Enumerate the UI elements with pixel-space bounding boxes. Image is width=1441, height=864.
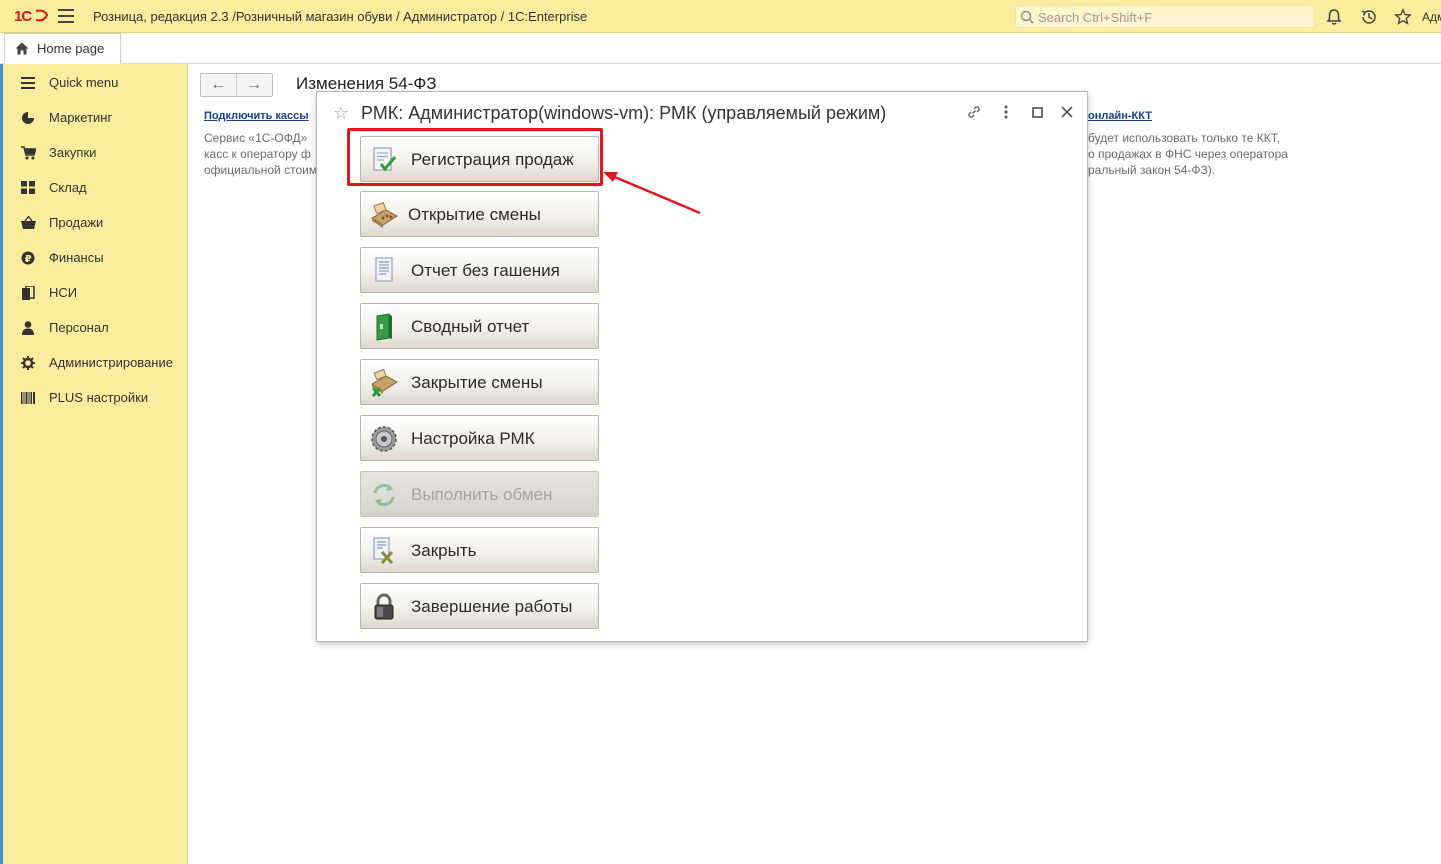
summary-book-icon bbox=[376, 313, 392, 341]
sidebar-item-label: Персонал bbox=[49, 320, 109, 335]
info-text-right: будет использовать только те ККТ, о прод… bbox=[1088, 131, 1288, 177]
close-icon[interactable] bbox=[1058, 103, 1076, 121]
button-label: Закрытие смены bbox=[411, 373, 543, 392]
sidebar-item-administration[interactable]: Администрирование bbox=[3, 345, 188, 380]
sidebar-item-finance[interactable]: ₽ Финансы bbox=[3, 240, 188, 275]
tab-bar: Home page bbox=[0, 33, 1441, 64]
sidebar-item-label: Quick menu bbox=[49, 75, 119, 90]
sidebar-item-nsi[interactable]: НСИ bbox=[3, 275, 188, 310]
dialog-title: РМК: Администратор(windows-vm): РМК (упр… bbox=[361, 103, 887, 123]
button-label: Закрыть bbox=[411, 541, 477, 560]
sidebar-item-label: НСИ bbox=[49, 285, 78, 300]
logo-1c-icon: 1С bbox=[14, 8, 48, 25]
search-placeholder: Search Ctrl+Shift+F bbox=[1038, 10, 1153, 25]
annotation-highlight-box bbox=[347, 128, 603, 186]
rmk-settings-button[interactable]: Настройка РМК bbox=[360, 415, 599, 461]
search-icon bbox=[1020, 10, 1034, 24]
sidebar-item-marketing[interactable]: Маркетинг bbox=[3, 100, 188, 135]
button-label: Сводный отчет bbox=[411, 317, 530, 336]
info-text-left: Сервис «1С-ОФД» касс к оператору ф офици… bbox=[204, 131, 318, 177]
sidebar-item-label: Администрирование bbox=[49, 355, 173, 370]
gear-icon bbox=[20, 355, 36, 371]
sidebar-item-sales[interactable]: Продажи bbox=[3, 205, 188, 240]
more-options-icon[interactable] bbox=[997, 103, 1015, 121]
settings-disc-icon bbox=[371, 426, 397, 452]
search-input[interactable]: Search Ctrl+Shift+F bbox=[1015, 5, 1315, 28]
user-name[interactable]: Адм bbox=[1422, 10, 1441, 24]
annotation-arrow-icon bbox=[603, 172, 701, 215]
sidebar-item-label: Финансы bbox=[49, 250, 104, 265]
close-shift-button[interactable]: Закрытие смены bbox=[360, 359, 599, 405]
menu-icon bbox=[20, 75, 36, 91]
star-icon[interactable] bbox=[1394, 8, 1412, 26]
cash-register-close-icon bbox=[371, 368, 398, 397]
sidebar-item-label: Маркетинг bbox=[49, 110, 113, 125]
maximize-icon[interactable] bbox=[1028, 103, 1046, 121]
svg-text:1С: 1С bbox=[14, 8, 32, 25]
ruble-icon: ₽ bbox=[20, 250, 36, 266]
sidebar-item-warehouse[interactable]: Склад bbox=[3, 170, 188, 205]
link-icon[interactable] bbox=[965, 103, 983, 121]
exchange-icon bbox=[373, 484, 395, 506]
button-label: Выполнить обмен bbox=[411, 485, 553, 504]
online-kkt-link[interactable]: онлайн-ККТ bbox=[1088, 110, 1152, 122]
sidebar-item-personnel[interactable]: Персонал bbox=[3, 310, 188, 345]
app-title: Розница, редакция 2.3 /Розничный магазин… bbox=[93, 9, 588, 24]
open-shift-button[interactable]: Открытие смены bbox=[360, 191, 599, 237]
home-icon bbox=[15, 42, 29, 55]
sidebar-item-label: PLUS настройки bbox=[49, 390, 149, 405]
sidebar-item-label: Закупки bbox=[49, 145, 97, 160]
bell-icon[interactable] bbox=[1325, 8, 1343, 26]
summary-report-button[interactable]: Сводный отчет bbox=[360, 303, 599, 349]
barcode-icon bbox=[20, 390, 36, 406]
button-label: Настройка РМК bbox=[411, 429, 535, 448]
close-button[interactable]: Закрыть bbox=[360, 527, 599, 573]
connect-cash-registers-link[interactable]: Подключить кассы bbox=[204, 110, 309, 122]
favorite-star-icon[interactable]: ☆ bbox=[333, 103, 349, 124]
button-label: Открытие смены bbox=[408, 205, 541, 224]
cash-register-icon bbox=[371, 201, 398, 228]
sidebar: Quick menu Маркетинг Закупки Склад Прода… bbox=[0, 64, 188, 864]
pie-chart-icon bbox=[20, 110, 36, 126]
svg-text:₽: ₽ bbox=[25, 253, 32, 264]
report-without-reset-button[interactable]: Отчет без гашения bbox=[360, 247, 599, 293]
sidebar-item-quick-menu[interactable]: Quick menu bbox=[3, 65, 188, 100]
sidebar-item-plus-settings[interactable]: PLUS настройки bbox=[3, 380, 188, 415]
sidebar-item-purchases[interactable]: Закупки bbox=[3, 135, 188, 170]
history-icon[interactable] bbox=[1360, 8, 1378, 26]
history-navigation: ← → bbox=[200, 73, 273, 97]
tab-home-label: Home page bbox=[37, 41, 105, 56]
top-bar: 1С Розница, редакция 2.3 /Розничный мага… bbox=[0, 0, 1441, 33]
basket-icon bbox=[20, 215, 36, 231]
forward-arrow-icon[interactable]: → bbox=[237, 74, 273, 96]
main-menu-button[interactable] bbox=[58, 9, 74, 23]
lock-icon bbox=[374, 593, 394, 620]
button-label: Завершение работы bbox=[411, 597, 573, 616]
warehouse-icon bbox=[20, 180, 36, 196]
sidebar-item-label: Продажи bbox=[49, 215, 104, 230]
logo-1c: 1С bbox=[14, 7, 48, 25]
books-icon bbox=[20, 285, 36, 301]
tab-home-page[interactable]: Home page bbox=[4, 33, 121, 64]
run-exchange-button[interactable]: Выполнить обмен bbox=[360, 471, 599, 517]
person-icon bbox=[20, 320, 36, 336]
back-arrow-icon[interactable]: ← bbox=[201, 74, 237, 96]
close-document-icon bbox=[373, 537, 394, 565]
report-document-icon bbox=[375, 257, 393, 282]
cart-icon bbox=[20, 145, 36, 161]
shutdown-button[interactable]: Завершение работы bbox=[360, 583, 599, 629]
button-label: Отчет без гашения bbox=[411, 261, 560, 280]
sidebar-item-label: Склад bbox=[49, 180, 87, 195]
